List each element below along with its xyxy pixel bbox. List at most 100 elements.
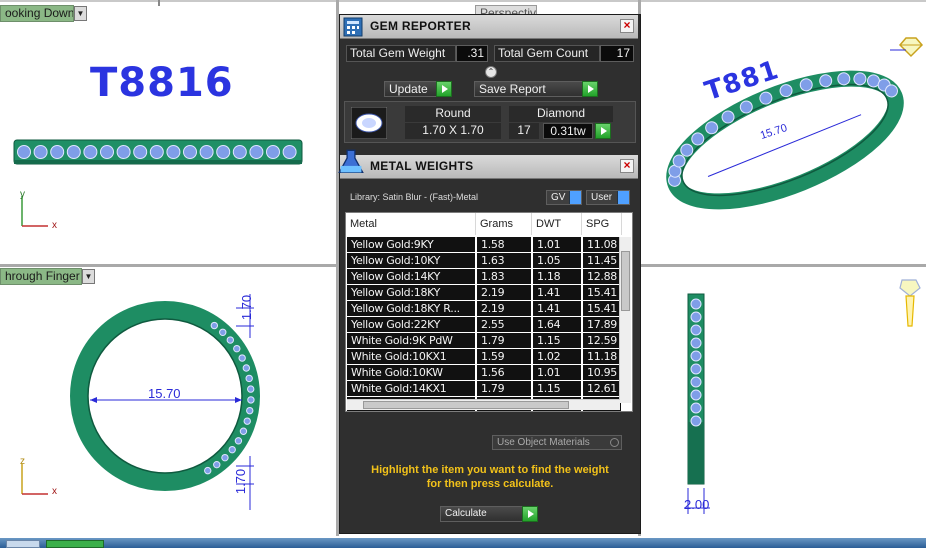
table-row[interactable]: White Gold:14KX1 1.79 1.15 12.61	[347, 381, 621, 397]
table-row[interactable]: Yellow Gold:9KY 1.58 1.01 11.08	[347, 237, 621, 253]
table-vertical-scrollbar[interactable]	[619, 237, 631, 403]
scroll-thumb[interactable]	[621, 251, 630, 311]
gem-stone	[183, 145, 197, 159]
gem-stone	[245, 374, 253, 383]
scroll-thumb-h[interactable]	[363, 401, 569, 409]
gem-stone	[690, 376, 702, 388]
gem-stone	[247, 385, 255, 393]
grams-cell: 1.58	[477, 237, 531, 252]
collapse-toggle-icon[interactable]: ⌃	[485, 66, 497, 78]
gem-reporter-title: GEM REPORTER	[370, 19, 471, 33]
gem-stone	[149, 145, 164, 159]
calculator-icon	[343, 17, 363, 37]
table-row[interactable]: White Gold:10KW 1.56 1.01 10.95	[347, 365, 621, 381]
gem-stone	[243, 417, 251, 425]
gem-stone	[221, 453, 229, 462]
metal-cell: Yellow Gold:18KY	[347, 285, 475, 300]
table-row[interactable]: Yellow Gold:18KY R... 2.19 1.41 15.41	[347, 301, 621, 317]
axis-y-label: y	[20, 189, 25, 200]
gem-stone	[100, 145, 114, 159]
axis-x-label: x	[52, 220, 57, 231]
gem-size: 1.70 X 1.70	[405, 123, 501, 139]
round-diamond-icon	[351, 107, 387, 139]
taskbar-button[interactable]	[6, 540, 40, 548]
update-button-label: Update	[389, 82, 428, 96]
gem-stone	[232, 145, 247, 159]
use-object-materials-toggle[interactable]: Use Object Materials	[492, 435, 622, 450]
column-header-grams[interactable]: Grams	[476, 213, 532, 235]
gem-stone	[228, 445, 236, 454]
use-object-materials-label: Use Object Materials	[497, 437, 590, 448]
user-toggle[interactable]: User	[586, 190, 630, 205]
toggle-icon	[617, 191, 629, 204]
spg-cell: 12.88	[583, 269, 621, 284]
play-icon	[436, 81, 452, 97]
gv-label: GV	[551, 192, 566, 203]
gem-stone	[249, 145, 264, 159]
gem-count: 17	[509, 123, 539, 139]
table-row[interactable]: White Gold:9K PdW 1.79 1.15 12.59	[347, 333, 621, 349]
cad-workspace: ooking Down ▼ Perspective hrough Finger …	[0, 0, 926, 548]
save-report-button[interactable]: Save Report	[474, 81, 598, 97]
gem-row-go-button[interactable]	[595, 123, 611, 139]
spg-cell: 12.59	[583, 333, 621, 348]
table-row[interactable]: White Gold:10KX1 1.59 1.02 11.18	[347, 349, 621, 365]
ring-side-profile[interactable]	[684, 292, 712, 524]
play-icon	[582, 81, 598, 97]
grams-cell: 1.63	[477, 253, 531, 268]
viewport-dropdown-top[interactable]: ▼	[74, 6, 87, 21]
top-border	[0, 0, 926, 2]
metal-cell: White Gold:9K PdW	[347, 333, 475, 348]
dwt-cell: 1.01	[533, 237, 581, 252]
grams-cell: 2.19	[477, 301, 531, 316]
gem-summary-row[interactable]: Round 1.70 X 1.70 Diamond 17 0.31tw	[344, 101, 636, 143]
column-header-spg[interactable]: SPG	[582, 213, 622, 235]
viewport-label-top[interactable]: ooking Down	[0, 5, 74, 22]
table-row[interactable]: Yellow Gold:14KY 1.83 1.18 12.88	[347, 269, 621, 285]
axis-x-label-bottom: x	[52, 486, 57, 497]
dimension-diameter: 15.70	[148, 386, 181, 401]
dwt-cell: 1.01	[533, 365, 581, 380]
close-icon[interactable]: ×	[620, 19, 634, 33]
metal-weights-table[interactable]: Metal Grams DWT SPG Yellow Gold:9KY 1.58 1…	[345, 212, 633, 412]
gv-toggle[interactable]: GV	[546, 190, 582, 205]
spg-cell: 11.08	[583, 237, 621, 252]
viewport-label-bottom[interactable]: hrough Finger	[0, 268, 82, 285]
table-horizontal-scrollbar[interactable]	[347, 399, 620, 410]
gem-stone	[17, 145, 31, 159]
taskbar	[0, 538, 926, 548]
grams-cell: 1.59	[477, 349, 531, 364]
total-gem-weight-value: .31	[456, 45, 488, 62]
dwt-cell: 1.15	[533, 381, 581, 396]
gem-stone	[116, 145, 131, 159]
calculate-button[interactable]: Calculate	[440, 506, 538, 522]
dwt-cell: 1.41	[533, 285, 581, 300]
column-header-dwt[interactable]: DWT	[532, 213, 582, 235]
grams-cell: 1.79	[477, 333, 531, 348]
gem-stone	[216, 145, 231, 159]
viewport-dropdown-bottom[interactable]: ▼	[82, 269, 95, 284]
calculate-label: Calculate	[445, 508, 487, 519]
gem-stone	[226, 336, 234, 344]
gem-stone	[166, 145, 181, 159]
update-button[interactable]: Update	[384, 81, 452, 97]
column-header-metal[interactable]: Metal	[346, 213, 476, 235]
close-icon[interactable]: ×	[620, 159, 634, 173]
ring-perspective-view[interactable]	[660, 30, 926, 212]
gem-stone	[690, 415, 702, 427]
instruction-line-1: Highlight the item you want to find the …	[371, 464, 609, 476]
taskbar-app-button[interactable]	[46, 540, 104, 548]
dimension-height-bottom: 1.70	[233, 468, 249, 495]
table-row[interactable]: Yellow Gold:18KY 2.19 1.41 15.41	[347, 285, 621, 301]
metal-cell: Yellow Gold:9KY	[347, 237, 475, 252]
metal-cell: White Gold:10KX1	[347, 349, 475, 364]
dwt-cell: 1.15	[533, 333, 581, 348]
table-row[interactable]: Yellow Gold:22KY 2.55 1.64 17.89	[347, 317, 621, 333]
dimension-height-top: 1.70	[239, 294, 255, 321]
spg-cell: 11.18	[583, 349, 621, 364]
table-row[interactable]: Yellow Gold:10KY 1.63 1.05 11.45	[347, 253, 621, 269]
ring-top-view[interactable]	[12, 134, 304, 170]
gem-stone	[238, 354, 246, 362]
save-report-label: Save Report	[479, 82, 546, 96]
gem-stone	[233, 344, 241, 353]
